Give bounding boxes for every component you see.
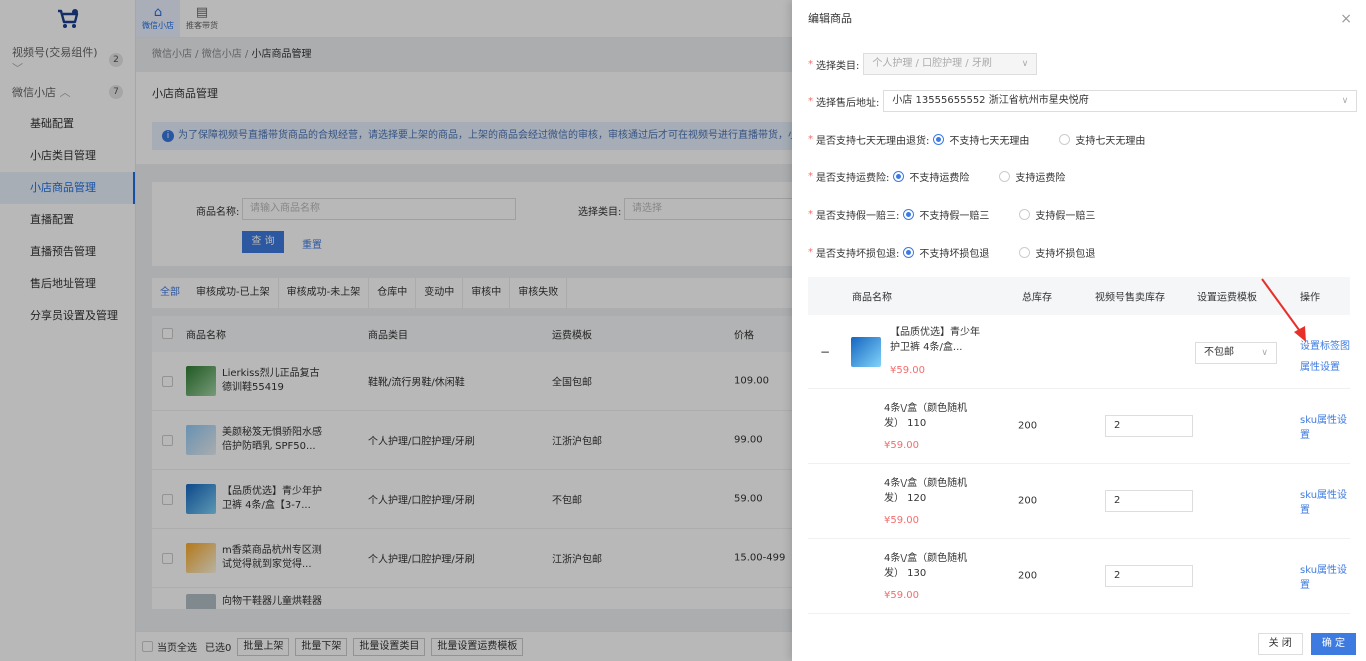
sale-stock-input[interactable]: 2	[1105, 415, 1193, 437]
sku-attribute-link[interactable]: sku属性设置	[1300, 486, 1350, 516]
radio-selected[interactable]	[933, 134, 945, 145]
sku-row: 4条\/盒（颜色随机发） 110 ¥59.00 200 2 sku属性设置	[808, 389, 1350, 464]
radio-option[interactable]: 支持运费险	[999, 169, 1065, 184]
drawer-header: 编辑商品 ×	[792, 0, 1366, 38]
column-header: 视频号售卖库存	[1095, 292, 1165, 304]
collapse-icon[interactable]: −	[820, 345, 830, 359]
attribute-settings-link[interactable]: 属性设置	[1300, 358, 1340, 373]
radio-label: 支持假一赔三	[1035, 211, 1096, 222]
sku-price: ¥59.00	[884, 440, 919, 451]
category-label: 选择类目:	[816, 60, 860, 72]
sku-row: 4条\/盒（颜色随机发） 130 ¥59.00 200 2 sku属性设置	[808, 539, 1350, 614]
address-label: 选择售后地址:	[816, 97, 880, 109]
seven-day-label: 是否支持七天无理由退货:	[816, 136, 930, 147]
address-select[interactable]: 小店 13555655552 浙江省杭州市星央悦府 ∨	[883, 90, 1358, 112]
drawer-footer: 关 闭 确 定	[1250, 633, 1356, 655]
column-header: 商品名称	[852, 292, 892, 304]
radio-label: 不支持七天无理由	[949, 136, 1030, 147]
required-mark: *	[808, 247, 813, 258]
sku-name: 4条\/盒（颜色随机发） 130	[884, 553, 968, 579]
radio-label: 支持七天无理由	[1075, 136, 1146, 147]
category-value: 个人护理 / 口腔护理 / 牙刷	[872, 58, 992, 69]
radio-unselected[interactable]	[1019, 209, 1031, 220]
shipping-insurance-row: * 是否支持运费险: 不支持运费险 支持运费险	[808, 169, 1095, 184]
fake-compensation-row: * 是否支持假一赔三: 不支持假一赔三 支持假一赔三	[808, 207, 1125, 222]
category-select[interactable]: 个人护理 / 口腔护理 / 牙刷 ∨	[863, 53, 1038, 75]
column-header: 总库存	[1022, 292, 1052, 304]
radio-label: 支持坏损包退	[1035, 249, 1096, 260]
close-button[interactable]: 关 闭	[1257, 633, 1303, 655]
radio-label: 不支持坏损包退	[919, 249, 990, 260]
radio-selected[interactable]	[903, 247, 915, 258]
total-stock: 200	[1018, 570, 1038, 582]
address-row: * 选择售后地址: 小店 13555655552 浙江省杭州市星央悦府 ∨	[808, 90, 1358, 112]
modal-overlay[interactable]	[0, 0, 792, 661]
chevron-down-icon: ∨	[1261, 348, 1268, 358]
fake-label: 是否支持假一赔三:	[816, 211, 900, 222]
sale-stock-input[interactable]: 2	[1105, 490, 1193, 512]
required-mark: *	[808, 209, 813, 220]
close-icon[interactable]: ×	[1340, 0, 1352, 38]
radio-option[interactable]: 不支持运费险	[893, 169, 969, 184]
app: 视频号(交易组件) ﹀ 2 微信小店 ︿ 7 基础配置 小店类目管理 小店商品管…	[0, 0, 1366, 661]
radio-unselected[interactable]	[999, 171, 1011, 182]
shipping-template-value: 不包邮	[1204, 347, 1234, 358]
radio-unselected[interactable]	[1019, 247, 1031, 258]
sku-attribute-link[interactable]: sku属性设置	[1300, 411, 1350, 441]
seven-day-row: * 是否支持七天无理由退货: 不支持七天无理由 支持七天无理由	[808, 132, 1175, 147]
radio-option[interactable]: 支持七天无理由	[1059, 132, 1145, 147]
radio-unselected[interactable]	[1059, 134, 1071, 145]
radio-label: 不支持假一赔三	[919, 211, 990, 222]
red-arrow-annotation-icon	[1261, 278, 1306, 342]
required-mark: *	[808, 134, 813, 145]
radio-selected[interactable]	[893, 171, 905, 182]
sale-stock-input[interactable]: 2	[1105, 565, 1193, 587]
radio-option[interactable]: 不支持坏损包退	[903, 245, 989, 260]
sku-attribute-link[interactable]: sku属性设置	[1300, 561, 1350, 591]
required-mark: *	[808, 58, 813, 70]
product-thumbnail	[851, 337, 881, 367]
sku-row: 4条\/盒（颜色随机发） 120 ¥59.00 200 2 sku属性设置	[808, 464, 1350, 539]
chevron-down-icon: ∨	[1341, 96, 1349, 106]
confirm-button[interactable]: 确 定	[1310, 633, 1356, 655]
radio-selected[interactable]	[903, 209, 915, 220]
drawer-title: 编辑商品	[808, 12, 852, 25]
insurance-label: 是否支持运费险:	[816, 173, 890, 184]
sku-name: 4条\/盒（颜色随机发） 110	[884, 403, 968, 429]
radio-label: 不支持运费险	[909, 173, 970, 184]
damage-return-row: * 是否支持坏损包退: 不支持坏损包退 支持坏损包退	[808, 245, 1125, 260]
radio-option[interactable]: 不支持假一赔三	[903, 207, 989, 222]
sku-price: ¥59.00	[884, 590, 919, 601]
sku-price: ¥59.00	[884, 515, 919, 526]
damage-label: 是否支持坏损包退:	[816, 249, 900, 260]
category-row: * 选择类目: 个人护理 / 口腔护理 / 牙刷 ∨	[808, 53, 1038, 75]
sku-name: 4条\/盒（颜色随机发） 120	[884, 478, 968, 504]
radio-option[interactable]: 不支持七天无理由	[933, 132, 1029, 147]
column-header: 设置运费模板	[1197, 292, 1257, 304]
total-stock: 200	[1018, 420, 1038, 432]
product-price: ¥59.00	[890, 365, 925, 376]
edit-product-drawer: 编辑商品 × * 选择类目: 个人护理 / 口腔护理 / 牙刷 ∨ * 选择售后…	[792, 0, 1366, 661]
radio-option[interactable]: 支持坏损包退	[1019, 245, 1095, 260]
chevron-down-icon: ∨	[1021, 59, 1029, 69]
total-stock: 200	[1018, 495, 1038, 507]
radio-option[interactable]: 支持假一赔三	[1019, 207, 1095, 222]
product-name: 【品质优选】青少年护卫裤 4条/盒...	[890, 327, 980, 353]
address-value: 小店 13555655552 浙江省杭州市星央悦府	[892, 95, 1089, 106]
required-mark: *	[808, 95, 813, 107]
required-mark: *	[808, 171, 813, 182]
radio-label: 支持运费险	[1015, 173, 1066, 184]
